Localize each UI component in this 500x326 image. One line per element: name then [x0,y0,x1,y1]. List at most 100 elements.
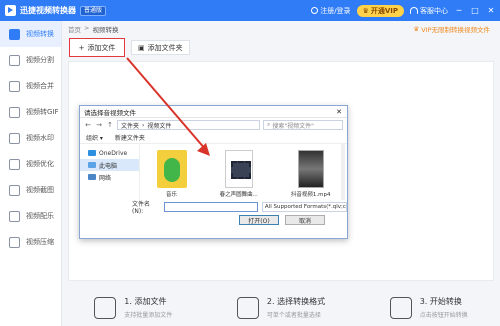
cancel-button[interactable]: 取消 [285,215,325,225]
path-segment[interactable]: 文件夹 [121,121,139,130]
login-label: 注册/登录 [320,6,351,15]
add-folder-label: 添加文件夹 [147,43,183,52]
crown-icon: ♛ [413,25,420,33]
sidebar-item-label: 视频截图 [26,186,54,194]
sidebar-item-label: 视频转换 [26,30,54,38]
dialog-title: 请选择音视频文件 [84,108,136,117]
login-link[interactable]: 注册/登录 [311,6,351,16]
optimize-icon [9,158,20,170]
sidebar-item-video-optimize[interactable]: 视频优化 [0,151,61,177]
start-step-icon [389,296,412,319]
vip-note[interactable]: ♛ VIP无限制转换视频文件 [413,24,490,34]
dialog-address-bar: ← → ↑ 文件夹 › 视频文件 ⌕ 搜索"视频文件" [80,118,347,132]
merge-icon [9,80,20,92]
compress-icon [9,236,20,248]
app-title: 迅捷视频转换器 [20,6,76,15]
path-box[interactable]: 文件夹 › 视频文件 [117,120,260,130]
back-arrow-icon[interactable]: ← [84,121,92,129]
sidebar-item-video-compress[interactable]: 视频压缩 [0,229,61,255]
dialog-search-input[interactable]: ⌕ 搜索"视频文件" [263,120,343,130]
dialog-toolbar: 组织 ▾ 新建文件夹 [80,132,347,144]
search-placeholder: 搜索"视频文件" [272,122,314,130]
step-title: 1. 添加文件 [124,297,167,306]
sidebar-item-video-merge[interactable]: 视频合并 [0,73,61,99]
file-name: 春之声圆舞曲... [219,192,258,198]
tree-item-label: 网络 [99,174,112,182]
step-start: 3. 开始转换 点击按钮开始转换 [389,296,468,319]
filename-row: 文件名(N): All Supported Formats(*.qlv;c [80,200,347,215]
up-arrow-icon[interactable]: ↑ [106,121,114,129]
open-button[interactable]: 打开(O) [239,215,279,225]
sidebar-item-label: 视频压缩 [26,238,54,246]
service-label: 客服中心 [420,6,448,15]
organize-menu[interactable]: 组织 ▾ [86,133,103,142]
sidebar-item-video-split[interactable]: 视频分割 [0,47,61,73]
file-name: 抖音视频1.mp4 [290,192,331,198]
sidebar: 视频转换 视频分割 视频合并 视频转GIF 视频水印 视频优化 视频截图 视频配… [0,21,62,326]
steps-bar: 1. 添加文件 支持批量添加文件 2. 选择转换格式 可单个或者批量选择 3. … [62,289,500,326]
computer-icon [88,162,96,168]
sidebar-item-label: 视频分割 [26,56,54,64]
tree-item-network[interactable]: 网络 [80,171,139,183]
new-folder-button[interactable]: 新建文件夹 [115,133,145,142]
add-file-label: 添加文件 [87,43,116,52]
folder-plus-icon: ▣ [138,43,145,52]
sidebar-item-label: 视频转GIF [26,108,59,116]
tree-item-this-pc[interactable]: 此电脑 [80,159,139,171]
vertical-scrollbar[interactable] [341,144,345,200]
breadcrumb-current: 视频转换 [92,26,119,34]
maximize-button[interactable]: □ [470,6,480,15]
close-button[interactable]: ✕ [486,6,496,15]
forward-arrow-icon[interactable]: → [95,121,103,129]
file-item[interactable]: 音乐 [156,150,187,198]
breadcrumb-home[interactable]: 首页 [68,24,81,34]
file-type-value: All Supported Formats(*.qlv;c [264,203,346,210]
video-file-icon [224,150,253,188]
crown-icon: ♛ [362,6,369,15]
file-item[interactable]: 春之声圆舞曲... [220,150,258,198]
open-file-dialog: 请选择音视频文件 ✕ ← → ↑ 文件夹 › 视频文件 ⌕ 搜索"视频文件" 组… [79,105,348,239]
file-type-select[interactable]: All Supported Formats(*.qlv;c [261,201,347,212]
step-subtitle: 点击按钮开始转换 [419,312,468,319]
vip-label: 开通VIP [370,6,398,15]
service-link[interactable]: 客服中心 [410,6,448,16]
tree-item-onedrive[interactable]: OneDrive [80,147,139,159]
minimize-button[interactable]: ─ [454,6,464,15]
dialog-close-icon[interactable]: ✕ [336,108,342,116]
file-item[interactable]: 抖音视频1.mp4 [290,150,331,198]
video-convert-icon [9,28,20,40]
path-segment[interactable]: 视频文件 [147,121,171,130]
title-bar: 迅捷视频转换器 普通版 注册/登录 ♛ 开通VIP 客服中心 ─ □ ✕ [0,0,500,21]
add-file-button[interactable]: + 添加文件 [69,38,125,57]
convert-step-icon [236,296,259,319]
sidebar-item-video-watermark[interactable]: 视频水印 [0,125,61,151]
add-file-step-icon [94,296,117,319]
sidebar-item-label: 视频配乐 [26,212,54,220]
watermark-icon [9,132,20,144]
vip-button[interactable]: ♛ 开通VIP [356,4,404,17]
add-folder-button[interactable]: ▣ 添加文件夹 [131,40,190,55]
step-add-file: 1. 添加文件 支持批量添加文件 [94,296,172,319]
sidebar-item-video-convert[interactable]: 视频转换 [0,21,61,47]
vip-note-label: VIP无限制转换视频文件 [421,26,490,34]
breadcrumb-separator: > [84,24,90,32]
gif-icon [9,106,20,118]
step-title: 2. 选择转换格式 [266,297,326,306]
dialog-body: OneDrive 此电脑 网络 音乐 春之声圆舞曲... 抖音视频1.mp4 [80,144,347,200]
breadcrumb: 首页 > 视频转换 [68,24,118,34]
folder-tree: OneDrive 此电脑 网络 [80,144,140,200]
sidebar-item-video-music[interactable]: 视频配乐 [0,203,61,229]
step-subtitle: 可单个或者批量选择 [266,312,321,319]
filename-input[interactable] [163,201,258,212]
tree-item-label: OneDrive [99,149,128,157]
step-choose-format: 2. 选择转换格式 可单个或者批量选择 [236,296,326,319]
screenshot-icon [9,184,20,196]
cloud-icon [88,150,96,156]
sidebar-item-video-screenshot[interactable]: 视频截图 [0,177,61,203]
split-icon [9,54,20,66]
file-name: 音乐 [166,192,178,198]
sidebar-item-video-gif[interactable]: 视频转GIF [0,99,61,125]
dialog-button-row: 打开(O) 取消 [80,213,347,227]
plus-icon: + [78,43,85,52]
network-icon [88,174,96,180]
